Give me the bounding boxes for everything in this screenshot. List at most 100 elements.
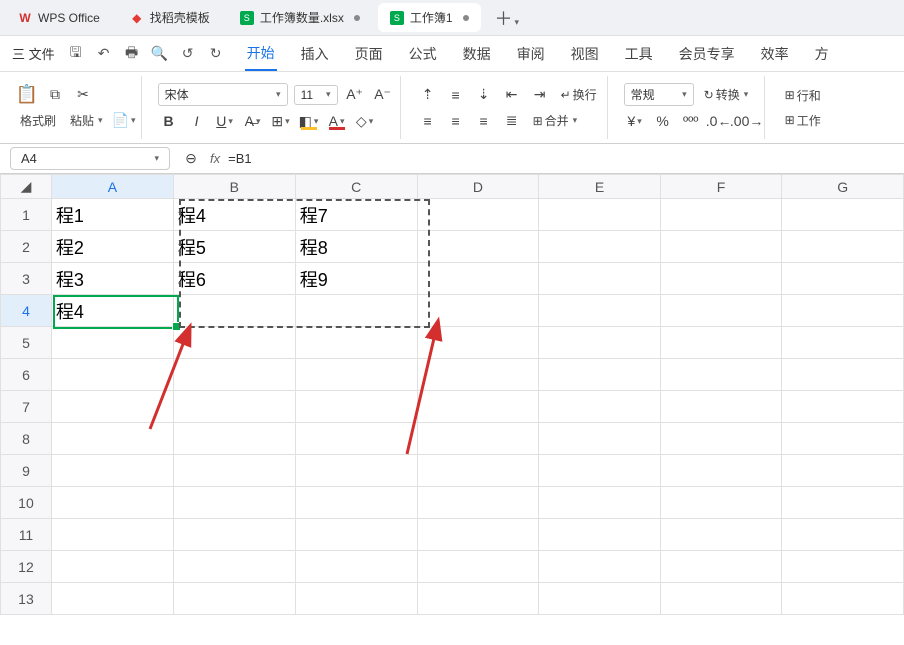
row-header-7[interactable]: 7 — [1, 391, 52, 423]
cell-D1[interactable] — [417, 199, 539, 231]
redo-icon[interactable]: ↻ — [207, 45, 225, 63]
row-header-12[interactable]: 12 — [1, 551, 52, 583]
row-header-13[interactable]: 13 — [1, 583, 52, 615]
cell-B3[interactable]: 程6 — [173, 263, 295, 295]
font-name-select[interactable]: 宋体 ▾ — [158, 83, 288, 106]
increase-font-icon[interactable]: A⁺ — [344, 84, 366, 106]
row-header-8[interactable]: 8 — [1, 423, 52, 455]
spreadsheet-grid[interactable]: ◢ A B C D E F G 1 程1 程4 程7 2 程2 — [0, 174, 904, 615]
print-icon[interactable]: 🖶 — [123, 45, 141, 63]
select-all-corner[interactable]: ◢ — [1, 175, 52, 199]
cell-G1[interactable] — [782, 199, 904, 231]
increase-decimal-icon[interactable]: .00→ — [736, 110, 758, 132]
font-color-icon[interactable]: A▾ — [326, 110, 348, 132]
row-header-6[interactable]: 6 — [1, 359, 52, 391]
paste-label[interactable]: 粘贴▾ — [66, 110, 107, 131]
cell-C1[interactable]: 程7 — [295, 199, 417, 231]
cell-B1[interactable]: 程4 — [173, 199, 295, 231]
clipboard-more-icon[interactable]: 📄▾ — [113, 110, 135, 132]
align-center-icon[interactable]: ≡ — [445, 110, 467, 132]
tab-file-2[interactable]: S 工作簿1 — [378, 3, 481, 32]
fill-color-icon[interactable]: ◧▾ — [298, 110, 320, 132]
menu-page[interactable]: 页面 — [353, 38, 385, 70]
menu-efficiency[interactable]: 效率 — [759, 38, 791, 70]
indent-increase-icon[interactable]: ⇥ — [529, 84, 551, 106]
indent-decrease-icon[interactable]: ⇤ — [501, 84, 523, 106]
decrease-font-icon[interactable]: A⁻ — [372, 84, 394, 106]
align-middle-icon[interactable]: ≡ — [445, 84, 467, 106]
col-header-E[interactable]: E — [539, 175, 661, 199]
col-header-G[interactable]: G — [782, 175, 904, 199]
cell-A3[interactable]: 程3 — [51, 263, 173, 295]
row-header-4[interactable]: 4 — [1, 295, 52, 327]
file-menu[interactable]: 三 文件 — [10, 38, 57, 69]
col-header-D[interactable]: D — [417, 175, 539, 199]
underline-icon[interactable]: U▾ — [214, 110, 236, 132]
col-header-F[interactable]: F — [660, 175, 782, 199]
justify-icon[interactable]: ≣ — [501, 110, 523, 132]
menu-start[interactable]: 开始 — [245, 37, 277, 71]
row-header-11[interactable]: 11 — [1, 519, 52, 551]
tab-template[interactable]: ◆ 找稻壳模板 — [118, 3, 222, 32]
cell-A4[interactable]: 程4 — [51, 295, 173, 327]
cell-C4[interactable] — [295, 295, 417, 327]
cell-A1[interactable]: 程1 — [51, 199, 173, 231]
menu-formula[interactable]: 公式 — [407, 38, 439, 70]
menu-insert[interactable]: 插入 — [299, 38, 331, 70]
decrease-decimal-icon[interactable]: .0← — [708, 110, 730, 132]
merge-button[interactable]: ⊞ 合并▾ — [529, 110, 582, 131]
cell-C3[interactable]: 程9 — [295, 263, 417, 295]
cell-F1[interactable] — [660, 199, 782, 231]
menu-view[interactable]: 视图 — [569, 38, 601, 70]
border-icon[interactable]: ⊞▾ — [270, 110, 292, 132]
formula-input[interactable]: =B1 — [228, 151, 252, 166]
thousands-icon[interactable]: ººº — [680, 110, 702, 132]
save-icon[interactable]: 🖫 — [67, 45, 85, 63]
format-painter-label[interactable]: 格式刷 — [16, 110, 60, 131]
menu-more[interactable]: 方 — [813, 38, 831, 70]
row-col-button[interactable]: ⊞ 行和 — [781, 85, 825, 106]
cancel-formula-icon[interactable]: ⊖ — [180, 148, 202, 170]
clear-format-icon[interactable]: ◇▾ — [354, 110, 376, 132]
fx-icon[interactable]: fx — [210, 151, 220, 166]
font-size-select[interactable]: 11 ▾ — [294, 85, 338, 105]
strikethrough-icon[interactable]: A̶▾ — [242, 110, 264, 132]
align-right-icon[interactable]: ≡ — [473, 110, 495, 132]
undo-icon[interactable]: ↺ — [179, 45, 197, 63]
name-box[interactable]: A4 ▾ — [10, 147, 170, 170]
col-header-B[interactable]: B — [173, 175, 295, 199]
row-header-2[interactable]: 2 — [1, 231, 52, 263]
worksheet-button[interactable]: ⊞ 工作 — [781, 110, 825, 131]
cut-icon[interactable]: ✂ — [72, 84, 94, 106]
convert-button[interactable]: ↻ 转换▾ — [700, 84, 753, 105]
tab-file-1[interactable]: S 工作簿数量.xlsx — [228, 3, 372, 32]
align-bottom-icon[interactable]: ⇣ — [473, 84, 495, 106]
format-painter-icon[interactable]: 📋 — [16, 84, 38, 106]
row-header-3[interactable]: 3 — [1, 263, 52, 295]
currency-icon[interactable]: ¥▾ — [624, 110, 646, 132]
italic-icon[interactable]: I — [186, 110, 208, 132]
col-header-C[interactable]: C — [295, 175, 417, 199]
row-header-5[interactable]: 5 — [1, 327, 52, 359]
menu-tools[interactable]: 工具 — [623, 38, 655, 70]
menu-review[interactable]: 审阅 — [515, 38, 547, 70]
wrap-text-button[interactable]: ↵ 换行 — [557, 84, 601, 105]
percent-icon[interactable]: % — [652, 110, 674, 132]
cell-A2[interactable]: 程2 — [51, 231, 173, 263]
align-left-icon[interactable]: ≡ — [417, 110, 439, 132]
cell-B2[interactable]: 程5 — [173, 231, 295, 263]
cell-C2[interactable]: 程8 — [295, 231, 417, 263]
menu-data[interactable]: 数据 — [461, 38, 493, 70]
cell-D2[interactable] — [417, 231, 539, 263]
align-top-icon[interactable]: ⇡ — [417, 84, 439, 106]
add-tab-button[interactable]: ＋▾ — [487, 5, 528, 31]
cell-B4[interactable] — [173, 295, 295, 327]
col-header-A[interactable]: A — [51, 175, 173, 199]
row-header-10[interactable]: 10 — [1, 487, 52, 519]
back-icon[interactable]: ↶ — [95, 45, 113, 63]
tab-app[interactable]: W WPS Office — [6, 5, 112, 31]
cell-E1[interactable] — [539, 199, 661, 231]
copy-icon[interactable]: ⧉ — [44, 84, 66, 106]
menu-member[interactable]: 会员专享 — [677, 38, 737, 70]
bold-icon[interactable]: B — [158, 110, 180, 132]
